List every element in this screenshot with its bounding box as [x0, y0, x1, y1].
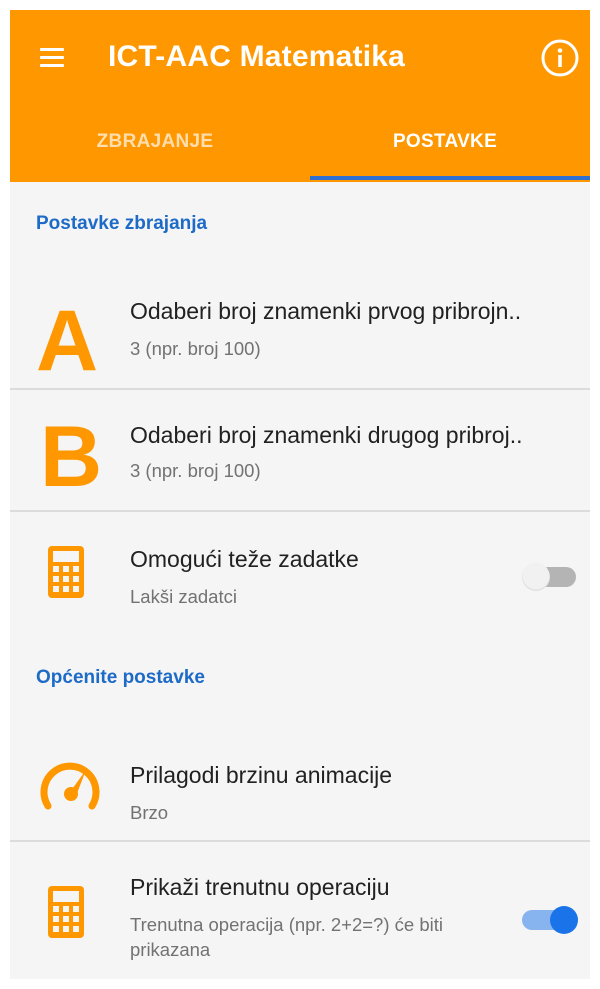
setting-summary: Lakši zadatci [130, 586, 237, 607]
setting-title: Prikaži trenutnu operaciju [130, 874, 390, 900]
setting-title: Odaberi broj znamenki drugog pribroj.. [130, 422, 523, 448]
info-icon[interactable] [538, 36, 582, 80]
tab-selected-indicator [310, 176, 590, 180]
setting-animation-speed[interactable]: Prilagodi brzinu animacije Brzo [10, 722, 590, 840]
app-title: ICT-AAC Matematika [108, 40, 405, 73]
hamburger-menu-icon[interactable] [32, 37, 72, 77]
section-header-general: Općenite postavke [36, 667, 205, 688]
settings-screen: ICT-AAC Matematika ZBRAJANJE POSTAVKE Po… [10, 10, 590, 979]
setting-second-addend-digits[interactable]: B Odaberi broj znamenki drugog pribroj..… [10, 390, 590, 510]
toolbar: ICT-AAC Matematika [10, 10, 590, 106]
app-bar: ICT-AAC Matematika ZBRAJANJE POSTAVKE [10, 10, 590, 182]
setting-show-current-operation[interactable]: Prikaži trenutnu operaciju Trenutna oper… [10, 842, 590, 979]
setting-summary: 3 (npr. broj 100) [130, 460, 261, 481]
harder-tasks-switch[interactable] [518, 559, 582, 600]
setting-summary: Trenutna operacija (npr. 2+2=?) će biti … [130, 914, 443, 960]
show-operation-switch[interactable] [518, 902, 582, 943]
section-header-addition: Postavke zbrajanja [36, 213, 208, 234]
setting-summary: 3 (npr. broj 100) [130, 338, 261, 359]
tab-bar: ZBRAJANJE POSTAVKE [10, 120, 590, 182]
setting-title: Prilagodi brzinu animacije [130, 762, 393, 788]
setting-title: Odaberi broj znamenki prvog pribrojn.. [130, 298, 522, 324]
setting-summary: Brzo [130, 802, 169, 823]
speedometer-icon [38, 756, 102, 819]
letter-b-icon: B [40, 409, 103, 505]
setting-harder-tasks[interactable]: Omogući teže zadatke Lakši zadatci [10, 512, 590, 638]
tab-postavke[interactable]: POSTAVKE [300, 120, 590, 182]
setting-title: Omogući teže zadatke [130, 546, 359, 572]
letter-a-icon: A [36, 293, 99, 389]
tab-zbrajanje[interactable]: ZBRAJANJE [10, 120, 300, 182]
setting-first-addend-digits[interactable]: A Odaberi broj znamenki prvog pribrojn..… [10, 278, 590, 388]
calculator-icon [48, 886, 84, 943]
calculator-icon [48, 546, 84, 603]
